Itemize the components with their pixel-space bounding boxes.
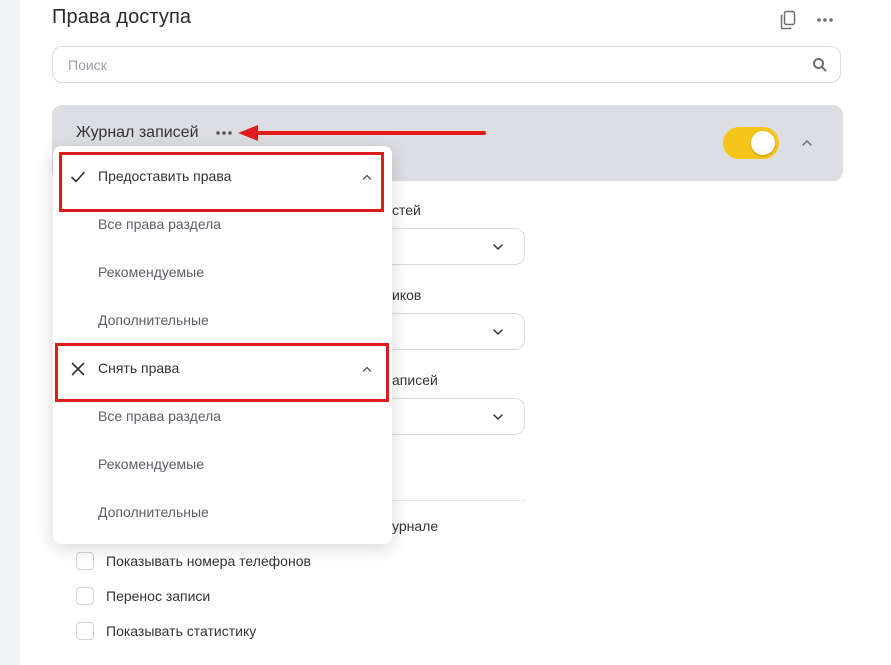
field-label-partial: стей (392, 202, 421, 218)
select-field[interactable] (380, 228, 525, 265)
menu-item-all-rights[interactable]: Все права раздела (98, 408, 221, 424)
menu-item-additional[interactable]: Дополнительные (98, 504, 209, 520)
search-bar (52, 46, 841, 83)
page-title: Права доступа (52, 6, 192, 28)
chevron-down-icon (491, 325, 505, 339)
copy-icon[interactable] (776, 8, 800, 32)
annotation-highlight-box (55, 343, 389, 402)
checkbox-label: Перенос записи (106, 588, 211, 604)
select-field[interactable] (380, 313, 525, 350)
chevron-down-icon (491, 240, 505, 254)
checkbox-label: Показывать статистику (106, 623, 257, 639)
chevron-down-icon (491, 410, 505, 424)
section-title: Журнал записей (76, 124, 199, 141)
checkbox-label-partial: урнале (392, 518, 439, 534)
checkbox-label: Показывать номера телефонов (106, 553, 311, 569)
select-field[interactable] (380, 398, 525, 435)
checkbox[interactable] (76, 587, 94, 605)
menu-item-additional[interactable]: Дополнительные (98, 312, 209, 328)
checkbox-show-statistics[interactable]: Показывать статистику (76, 621, 256, 641)
menu-item-recommended[interactable]: Рекомендуемые (98, 264, 204, 280)
left-sidebar-strip (0, 0, 20, 665)
search-input[interactable] (53, 47, 812, 82)
divider (380, 500, 526, 501)
menu-item-all-rights[interactable]: Все права раздела (98, 216, 221, 232)
checkbox-move-record[interactable]: Перенос записи (76, 586, 210, 606)
field-label-partial: иков (392, 287, 422, 303)
chevron-up-icon[interactable] (799, 135, 815, 151)
annotation-highlight-box (59, 152, 384, 212)
checkbox-show-phone-numbers[interactable]: Показывать номера телефонов (76, 551, 311, 571)
menu-item-recommended[interactable]: Рекомендуемые (98, 456, 204, 472)
toggle-knob (751, 131, 775, 155)
field-label-partial: аписей (392, 372, 438, 388)
more-horizontal-icon[interactable] (813, 8, 837, 32)
annotation-arrow-icon (238, 125, 486, 141)
checkbox[interactable] (76, 552, 94, 570)
search-icon[interactable] (812, 57, 828, 73)
section-more-icon[interactable] (213, 123, 235, 143)
checkbox[interactable] (76, 622, 94, 640)
section-toggle[interactable] (723, 127, 779, 159)
